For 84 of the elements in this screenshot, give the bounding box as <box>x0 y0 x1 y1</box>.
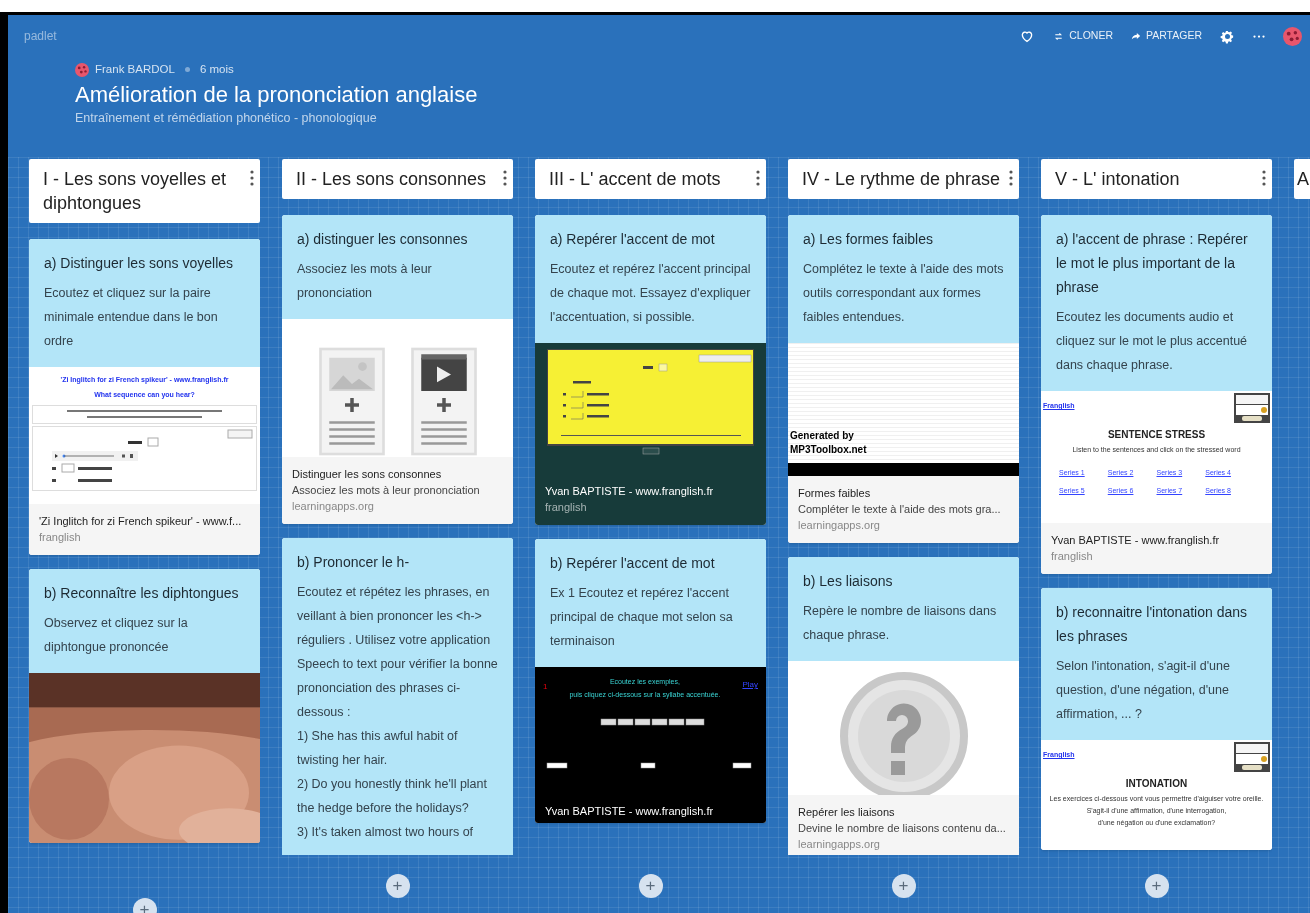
avatar-icon[interactable] <box>1283 26 1302 46</box>
attachment-source: learningapps.org <box>292 499 375 514</box>
post-title: b) reconnaitre l'intonation dans les phrases <box>1056 603 1249 646</box>
add-post-button[interactable]: + <box>385 874 410 898</box>
kebab-menu-icon[interactable] <box>756 170 760 186</box>
column-title: IV - Le rythme de phrase <box>802 168 1002 191</box>
settings-icon[interactable] <box>1220 28 1235 44</box>
post-text: Complétez le texte à l'aide des mots outils correspondant aux formes faibles entendues. <box>803 261 1004 326</box>
add-post-button[interactable]: + <box>1144 874 1169 898</box>
page-heading: INTONATION <box>1125 777 1188 791</box>
column-title: I - Les sons voyelles et diphtongues <box>43 168 228 215</box>
attachment-source: learningapps.org <box>798 518 881 533</box>
post-card[interactable] <box>1041 215 1272 574</box>
post-text: Observez et cliquez sur la diphtongue prononcée <box>44 615 189 656</box>
author-name: Frank BARDOL <box>95 62 175 77</box>
kebab-menu-icon[interactable] <box>503 170 507 186</box>
attachment-title[interactable]: Distinguer les sons consonnes <box>292 466 503 482</box>
post-text: 2) Do you honestly think he'll plant the hedge before the holidays? <box>297 776 488 817</box>
post-card[interactable] <box>282 538 513 855</box>
post-title: a) l'accent de phrase : Repérer le mot le plus important de la phrase <box>1056 230 1249 297</box>
attachment-title[interactable]: Formes faibles <box>798 485 1009 501</box>
post-text: 1) She has this awful habit of twisting her hair. <box>297 728 459 769</box>
post-card[interactable]: b) Reconnaître les diphtongues Observez et cliquez sur la diphtongue prononcée <box>29 569 260 843</box>
post-text: Ecoutez et repérez l'accent principal de chaque mot. Essayez d'expliquer l'accentuation, si possible. <box>550 261 751 326</box>
kebab-menu-icon[interactable] <box>1262 170 1266 186</box>
column-title: V - L' intonation <box>1055 168 1181 191</box>
post-title: b) Prononcer le h- <box>297 553 411 572</box>
attachment-description: Associez les mots à leur prononciation <box>292 483 481 498</box>
add-post-button[interactable]: + <box>132 898 157 913</box>
attachment-title[interactable]: 'Zi Inglitch for zi French spikeur' - www.f... <box>39 513 250 529</box>
post-title: a) Les formes faibles <box>803 230 934 249</box>
page-heading: SENTENCE STRESS <box>1107 428 1206 442</box>
attachment-description: Compléter le texte à l'aide des mots gra... <box>798 502 1002 517</box>
post-text: Repère le nombre de liaisons dans chaque phrase. <box>803 603 998 644</box>
column-title: II - Les sons consonnes <box>296 168 488 191</box>
post-text: Ecoutez les documents audio et cliquez sur le mot le plus accentué dans chaque phrase. <box>1056 309 1249 374</box>
column-title: III - L' accent de mots <box>549 168 722 191</box>
attachment-source: learningapps.org <box>798 837 881 852</box>
add-post-button[interactable]: + <box>638 874 663 898</box>
attachment-source: franglish <box>39 530 82 545</box>
post-text: Ex 1 Ecoutez et repérez l'accent principal de chaque mot selon sa terminaison <box>550 585 734 650</box>
post-card[interactable] <box>535 539 766 823</box>
question-number: 1 <box>543 681 548 693</box>
column-title: A <box>1297 168 1310 191</box>
post-title: b) Reconnaître les diphtongues <box>44 584 240 603</box>
post-card[interactable]: b) Les liaisons Repère le nombre de liaisons dans chaque phrase. Repérer les liaisons Devine le nombre de liaisons contenu da... learningapps.org <box>788 557 1019 855</box>
play-link[interactable]: Play <box>742 679 758 691</box>
post-text: Associez les mots à leur prononciation <box>297 261 433 302</box>
watermark-text: MP3Toolbox.net <box>790 443 868 457</box>
post-card[interactable] <box>29 239 260 555</box>
kebab-menu-icon[interactable] <box>1009 170 1013 186</box>
post-title: a) Repérer l'accent de mot <box>550 230 716 249</box>
post-text: Selon l'intonation, s'agit-il d'une question, d'une négation, d'une affirmation, ... ? <box>1056 658 1231 723</box>
post-title: a) distinguer les consonnes <box>297 230 469 249</box>
post-age: 6 mois <box>199 62 234 77</box>
post-title: b) Repérer l'accent de mot <box>550 554 716 573</box>
more-icon[interactable] <box>1253 34 1265 38</box>
clone-button[interactable]: CLONER <box>1053 28 1113 44</box>
add-post-button[interactable]: + <box>891 874 916 898</box>
post-title: b) Les liaisons <box>803 572 894 591</box>
attachment-title[interactable]: Repérer les liaisons <box>798 804 1009 820</box>
attachment-description: Devine le nombre de liaisons contenu da... <box>798 821 1007 836</box>
question-mark-icon <box>838 671 969 795</box>
attachment-title[interactable]: Yvan BAPTISTE - www.franglish.fr <box>545 483 756 499</box>
attachment-title[interactable]: Yvan BAPTISTE - www.franglish.fr <box>545 803 756 819</box>
post-title: a) Distinguer les sons voyelles <box>44 254 235 273</box>
post-text: Ecoutez et cliquez sur la paire minimale entendue dans le bon ordre <box>44 285 219 350</box>
repeat-icon <box>1053 30 1065 42</box>
watermark-text: Generated by <box>790 429 855 443</box>
share-button[interactable]: PARTAGER <box>1131 28 1202 44</box>
attachment-source: franglish <box>1051 549 1094 564</box>
attachment-source: franglish <box>545 500 588 515</box>
board-subtitle: Entraînement et rémédiation phonético - phonologique <box>75 110 378 127</box>
post-card[interactable] <box>1041 588 1272 850</box>
post-card[interactable]: a) Repérer l'accent de mot Ecoutez et repérez l'accent principal de chaque mot. Essayez d'expliquer l'accentuation, si possible. Yvan BAPTISTE - www.franglish.fr franglish <box>535 215 766 525</box>
share-icon <box>1131 31 1141 41</box>
attachment-title[interactable]: Yvan BAPTISTE - www.franglish.fr <box>1051 532 1262 548</box>
kebab-menu-icon[interactable] <box>250 170 254 186</box>
avatar-icon <box>75 62 89 77</box>
post-card[interactable]: a) distinguer les consonnes Associez les mots à leur prononciation Distinguer les sons consonnes Associez les mots à leur prononciation learningapps.org <box>282 215 513 524</box>
post-card[interactable] <box>788 215 1019 543</box>
post-text: Ecoutez et répétez les phrases, en veillant à bien prononcer les <h-> réguliers . Utilisez votre application Speech to text pour vérifier la bonne prononciation des phrases ci-dessous : <box>297 584 498 721</box>
post-text: 3) It's taken almost two hours of <box>297 824 475 841</box>
board-title: Amélioration de la prononciation anglaise <box>75 81 479 110</box>
